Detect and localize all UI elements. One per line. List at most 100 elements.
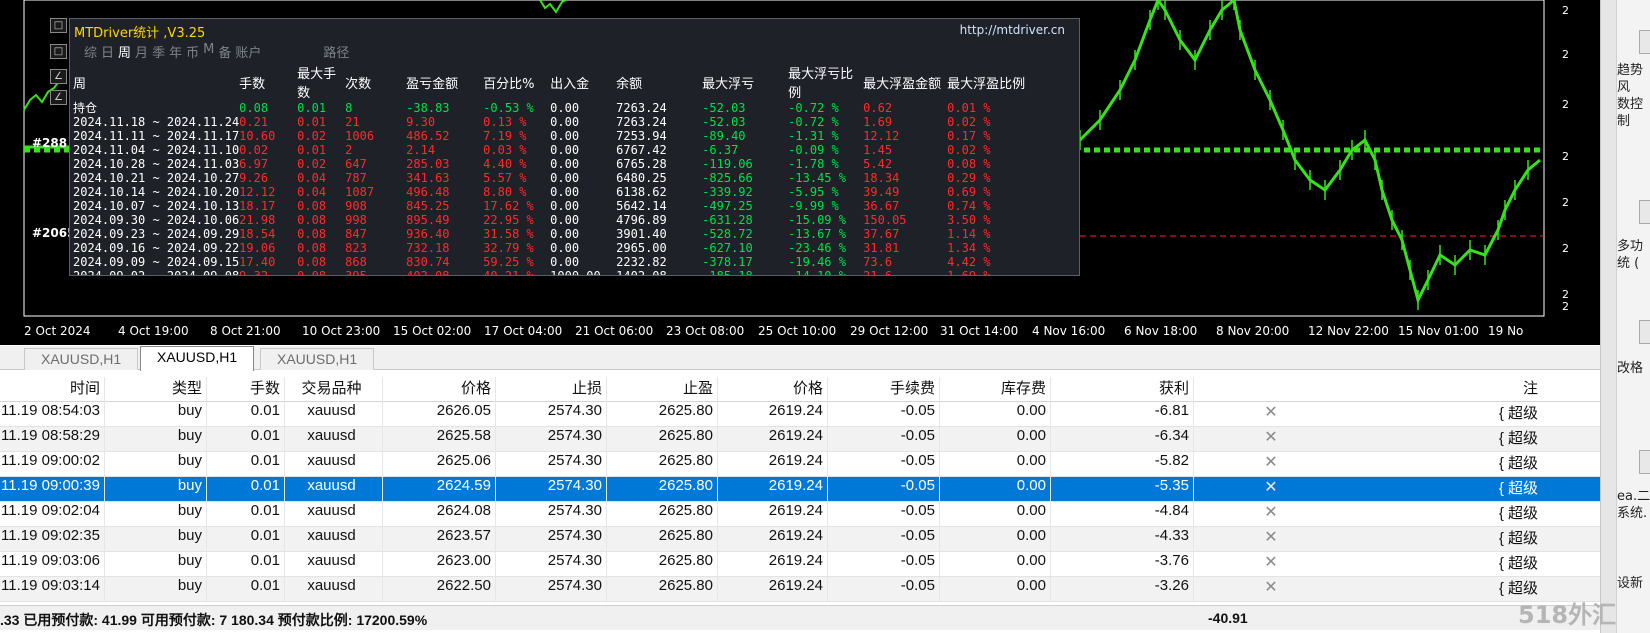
stats-tab[interactable]: 日 bbox=[101, 42, 114, 61]
table-cell: buy bbox=[105, 552, 207, 577]
table-row[interactable]: 11.19 09:00:39 buy 0.01 xauusd 2624.59 2574.3… bbox=[0, 477, 1600, 502]
chart-tool-button[interactable]: ∠ bbox=[50, 69, 67, 84]
column-header[interactable]: 止盈 bbox=[607, 377, 718, 402]
table-cell: 11.19 09:03:06 bbox=[0, 552, 105, 577]
sidebar-item[interactable]: 改格 bbox=[1617, 360, 1650, 377]
table-cell: 2574.30 bbox=[496, 527, 607, 552]
column-header[interactable]: 止损 bbox=[496, 377, 607, 402]
column-header[interactable]: 手续费 bbox=[828, 377, 940, 402]
stats-cell: 0.08 bbox=[297, 227, 327, 241]
tab-chart-xauusd-2[interactable]: XAUUSD,H1 bbox=[140, 346, 255, 371]
stats-tab[interactable]: M bbox=[203, 42, 214, 61]
stats-column-header: 手数 bbox=[239, 76, 266, 92]
table-cell: 11.19 09:03:14 bbox=[0, 577, 105, 602]
stats-cell: 787 bbox=[345, 171, 367, 185]
close-order-icon[interactable]: ✕ bbox=[1262, 427, 1280, 452]
file-icon[interactable] bbox=[1639, 450, 1650, 474]
table-row[interactable]: 11.19 09:00:02 buy 0.01 xauusd 2625.06 2574.3… bbox=[0, 452, 1600, 477]
stats-row: 2024.10.21 ~ 2024.10.27 9.26 0.04 787 341.63… bbox=[73, 171, 1037, 185]
stats-cell: 0.01 % bbox=[947, 101, 991, 115]
stats-column-header: 最大浮亏比例 bbox=[788, 67, 854, 101]
column-header[interactable]: 注 bbox=[1280, 377, 1542, 402]
chart-tool-button[interactable]: □ bbox=[50, 44, 67, 59]
file-icon[interactable] bbox=[1639, 200, 1650, 224]
table-cell: 0.00 bbox=[940, 577, 1051, 602]
stats-column-header: 最大浮盈比例 bbox=[947, 76, 1026, 92]
stats-cell: 0.00 bbox=[550, 171, 580, 185]
table-cell: 0.01 bbox=[207, 577, 285, 602]
table-cell: 0.01 bbox=[207, 452, 285, 477]
column-header[interactable]: 获利 bbox=[1051, 377, 1194, 402]
stats-cell: 18.54 bbox=[239, 227, 276, 241]
stats-cell: 3901.40 bbox=[616, 227, 667, 241]
stats-row: 持仓 0.08 0.01 8 -38.83 -0.53 % 0.00 7263.24 -52.0… bbox=[73, 101, 1037, 115]
column-header[interactable]: 类型 bbox=[105, 377, 207, 402]
close-order-icon[interactable]: ✕ bbox=[1262, 527, 1280, 552]
stats-cell: 1402.08 bbox=[616, 269, 667, 276]
table-row[interactable]: 11.19 08:54:03 buy 0.01 xauusd 2626.05 2574.3… bbox=[0, 402, 1600, 427]
stats-cell: 5.42 bbox=[863, 157, 893, 171]
stats-cell: 0.69 % bbox=[947, 185, 991, 199]
stats-tab[interactable]: 月 bbox=[135, 42, 148, 61]
chart-tool-button[interactable]: □ bbox=[50, 18, 67, 33]
close-order-icon[interactable]: ✕ bbox=[1262, 477, 1280, 502]
table-cell: { 超级 bbox=[1498, 480, 1538, 497]
tab-chart-xauusd-1[interactable]: XAUUSD,H1 bbox=[24, 348, 139, 370]
stats-cell: 2024.09.02 ~ 2024.09.08 bbox=[73, 269, 240, 276]
table-row[interactable]: 11.19 08:58:29 buy 0.01 xauusd 2625.58 2574.3… bbox=[0, 427, 1600, 452]
time-axis-label: 12 Nov 22:00 bbox=[1308, 324, 1389, 338]
chart-tool-button[interactable]: ∠ bbox=[50, 90, 67, 105]
sidebar-item[interactable]: 设新 bbox=[1617, 575, 1650, 592]
sidebar-item[interactable]: 趋势风 数控制 bbox=[1617, 62, 1650, 130]
column-header[interactable]: 手数 bbox=[207, 377, 285, 402]
mtdriver-stats-panel[interactable]: MTDriver统计 ,V3.25 http://mtdriver.cn 综日周… bbox=[69, 18, 1080, 276]
table-row[interactable]: 11.19 09:02:35 buy 0.01 xauusd 2623.57 2574.3… bbox=[0, 527, 1600, 552]
stats-tab[interactable]: 周 bbox=[118, 42, 131, 61]
sidebar-scrollbar[interactable] bbox=[1601, 0, 1617, 633]
time-axis-label: 15 Oct 02:00 bbox=[393, 324, 472, 338]
table-row[interactable]: 11.19 09:02:04 buy 0.01 xauusd 2624.08 2574.3… bbox=[0, 502, 1600, 527]
sidebar-item[interactable]: 多功统 ( bbox=[1617, 238, 1650, 272]
stats-cell: 2024.09.30 ~ 2024.10.06 bbox=[73, 213, 240, 227]
stats-cell: 0.29 % bbox=[947, 171, 991, 185]
close-order-icon[interactable]: ✕ bbox=[1262, 577, 1280, 602]
time-axis-label: 8 Nov 20:00 bbox=[1216, 324, 1290, 338]
stats-period-tabs: 综日周月季年币 M 备账户 路径 bbox=[84, 42, 353, 61]
table-cell: 2622.50 bbox=[383, 577, 496, 602]
table-row[interactable]: 11.19 09:03:06 buy 0.01 xauusd 2623.00 2574.3… bbox=[0, 552, 1600, 577]
stats-row: 2024.11.18 ~ 2024.11.24 0.21 0.01 21 9.30 0.1… bbox=[73, 115, 1037, 129]
close-order-icon[interactable]: ✕ bbox=[1262, 402, 1280, 427]
order-marker-label: #288 bbox=[32, 136, 68, 150]
stats-cell: 1006 bbox=[345, 129, 375, 143]
close-order-icon[interactable]: ✕ bbox=[1262, 452, 1280, 477]
column-header[interactable]: 库存费 bbox=[940, 377, 1051, 402]
stats-cell: 9.32 bbox=[239, 269, 269, 276]
stats-tab[interactable]: 备 bbox=[218, 42, 231, 61]
stats-cell: 37.67 bbox=[863, 227, 900, 241]
column-header[interactable]: 价格 bbox=[718, 377, 828, 402]
file-icon[interactable] bbox=[1639, 320, 1650, 344]
stats-tab[interactable]: 币 bbox=[186, 42, 199, 61]
table-cell: xauusd bbox=[285, 452, 383, 477]
stats-tab[interactable]: 账户 bbox=[235, 42, 261, 61]
table-row[interactable]: 11.19 09:03:14 buy 0.01 xauusd 2622.50 2574.3… bbox=[0, 577, 1600, 602]
stats-tab[interactable]: 年 bbox=[169, 42, 182, 61]
stats-tab[interactable]: 季 bbox=[152, 42, 165, 61]
stats-cell: 936.40 bbox=[406, 227, 450, 241]
stats-tab[interactable]: 路径 bbox=[323, 42, 349, 61]
close-order-icon[interactable]: ✕ bbox=[1262, 552, 1280, 577]
table-cell: -0.05 bbox=[828, 527, 940, 552]
stats-tab[interactable]: 综 bbox=[84, 42, 97, 61]
price-chart[interactable]: 22222222 □ □ ∠ ∠ #288 #2065 2 Oct 2024 4 … bbox=[0, 0, 1600, 345]
table-cell: 2619.24 bbox=[718, 452, 828, 477]
close-order-icon[interactable]: ✕ bbox=[1262, 502, 1280, 527]
tab-chart-xauusd-3[interactable]: XAUUSD,H1 bbox=[260, 348, 375, 370]
table-cell: 2623.57 bbox=[383, 527, 496, 552]
column-header[interactable]: 时间 bbox=[0, 377, 105, 402]
column-header[interactable]: 价格 bbox=[383, 377, 496, 402]
stats-url-link[interactable]: http://mtdriver.cn bbox=[960, 23, 1065, 37]
file-icon[interactable] bbox=[1639, 30, 1650, 54]
table-cell: 2624.59 bbox=[383, 477, 496, 502]
column-header[interactable]: 交易品种 bbox=[285, 377, 383, 402]
sidebar-item[interactable]: ea.二 系统. bbox=[1617, 488, 1650, 522]
